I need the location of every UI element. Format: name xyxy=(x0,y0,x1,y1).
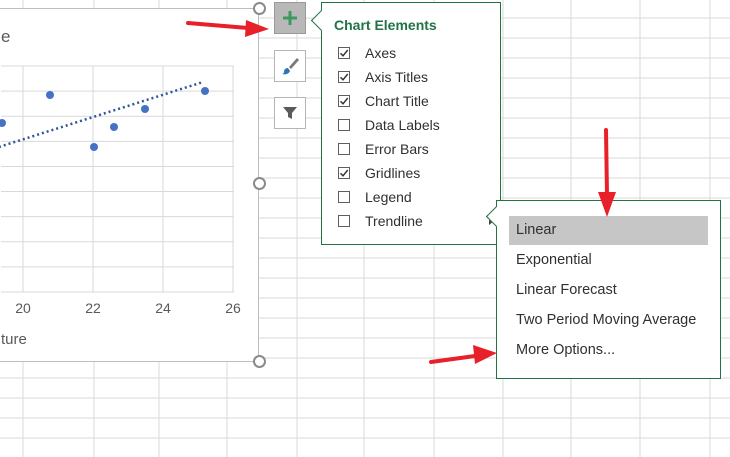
trendline-option-more-options[interactable]: More Options... xyxy=(509,336,708,365)
chart-element-label: Gridlines xyxy=(365,165,421,181)
data-point[interactable] xyxy=(90,143,98,151)
chart-element-axis-titles[interactable]: Axis Titles xyxy=(338,66,428,88)
chart-elements-button[interactable] xyxy=(274,2,306,34)
chart-element-axes[interactable]: Axes xyxy=(338,42,396,64)
x-tick-label: 26 xyxy=(225,300,241,316)
trendline-option-linear[interactable]: Linear xyxy=(509,216,708,245)
plus-icon xyxy=(283,11,297,25)
plot-area[interactable]: 20 22 24 26 xyxy=(0,9,260,363)
chart-element-label: Error Bars xyxy=(365,141,429,157)
x-tick-label: 24 xyxy=(155,300,171,316)
chart-elements-panel: Chart Elements Axes Axis Titles Chart Titl… xyxy=(310,2,501,245)
checkbox-checked[interactable] xyxy=(338,47,350,59)
chart-element-label: Axis Titles xyxy=(365,69,429,85)
chart-element-gridlines[interactable]: Gridlines xyxy=(338,162,420,184)
trendline-option-linear-forecast[interactable]: Linear Forecast xyxy=(509,276,708,305)
resize-handle-top[interactable] xyxy=(253,2,266,15)
checkbox-checked[interactable] xyxy=(338,167,350,179)
chart-element-data-labels[interactable]: Data Labels xyxy=(338,114,440,136)
checkbox-checked[interactable] xyxy=(338,95,350,107)
trendline-submenu: Linear Exponential Linear Forecast Two Peri… xyxy=(485,200,721,379)
checkbox-unchecked[interactable] xyxy=(338,119,350,131)
trendline-option-two-period-moving-average[interactable]: Two Period Moving Average xyxy=(509,306,708,335)
panel-title: Chart Elements xyxy=(334,17,437,33)
chart-element-label: Chart Title xyxy=(365,93,429,109)
chart-element-error-bars[interactable]: Error Bars xyxy=(338,138,429,160)
data-point[interactable] xyxy=(110,123,118,131)
resize-handle-bottom[interactable] xyxy=(253,355,266,368)
chart-element-label: Data Labels xyxy=(365,117,440,133)
chart-element-label: Legend xyxy=(365,189,412,205)
data-point[interactable] xyxy=(141,105,149,113)
checkmark-icon xyxy=(340,97,349,105)
paintbrush-icon xyxy=(282,58,299,75)
trendline-option-exponential[interactable]: Exponential xyxy=(509,246,708,275)
data-point[interactable] xyxy=(46,91,54,99)
checkmark-icon xyxy=(340,73,349,81)
chart-element-legend[interactable]: Legend xyxy=(338,186,412,208)
checkbox-unchecked[interactable] xyxy=(338,143,350,155)
linear-trendline[interactable] xyxy=(0,80,204,148)
x-axis-title[interactable]: ture xyxy=(1,331,27,348)
x-tick-label: 20 xyxy=(15,300,31,316)
data-point[interactable] xyxy=(201,87,209,95)
chart-area[interactable]: e 20 22 24 26 ture xyxy=(0,8,259,362)
checkbox-unchecked[interactable] xyxy=(338,215,350,227)
chart-element-label: Axes xyxy=(365,45,397,61)
chart-element-label: Trendline xyxy=(365,213,423,229)
chart-styles-button[interactable] xyxy=(274,50,306,82)
checkmark-icon xyxy=(340,169,349,177)
checkbox-checked[interactable] xyxy=(338,71,350,83)
checkmark-icon xyxy=(340,49,349,57)
checkbox-unchecked[interactable] xyxy=(338,191,350,203)
x-tick-label: 22 xyxy=(85,300,101,316)
data-point[interactable] xyxy=(0,119,6,127)
chart-filters-button[interactable] xyxy=(274,97,306,129)
chart-element-chart-title[interactable]: Chart Title xyxy=(338,90,429,112)
chart-element-trendline[interactable]: Trendline xyxy=(338,210,494,232)
funnel-icon xyxy=(283,107,297,119)
resize-handle-right[interactable] xyxy=(253,177,266,190)
